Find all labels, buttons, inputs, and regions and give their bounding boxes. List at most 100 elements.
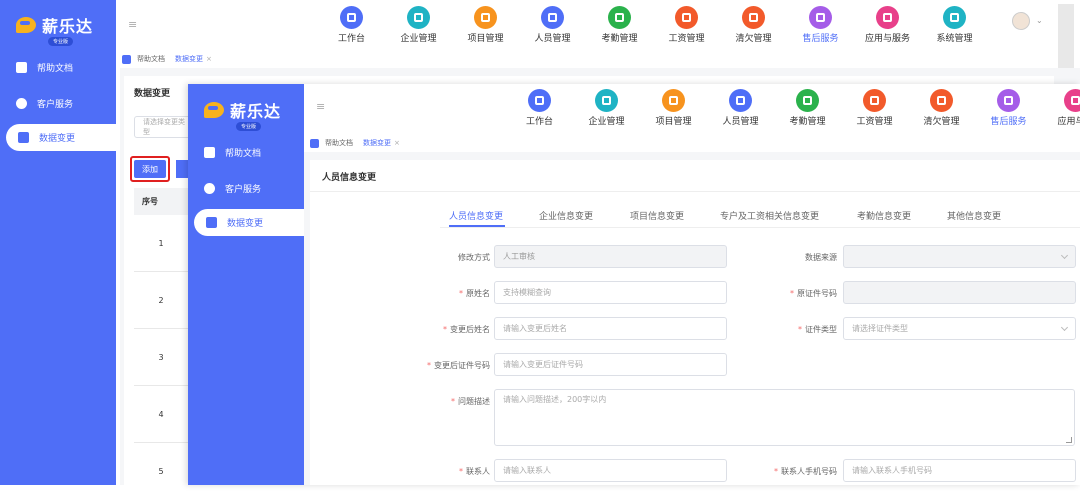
- back-search-select[interactable]: 请选择变更类型: [134, 116, 194, 138]
- crumb-close-icon[interactable]: ×: [394, 139, 400, 147]
- desc-textarea[interactable]: 请输入问题描述，200字以内: [494, 389, 1075, 446]
- crumb-current[interactable]: 数据变更: [363, 138, 391, 148]
- crumb-current[interactable]: 数据变更: [175, 54, 203, 64]
- nav-icon: [528, 89, 551, 112]
- sidebar-item-help[interactable]: 帮助文档: [16, 58, 116, 76]
- user-avatar[interactable]: [1012, 12, 1030, 30]
- nav-label: 工资管理: [668, 34, 705, 44]
- nav-label: 考勤管理: [789, 117, 826, 127]
- back-page-title: 数据变更: [134, 89, 171, 99]
- nav-label: 人员管理: [722, 117, 759, 127]
- back-toolbar-button[interactable]: [176, 160, 188, 178]
- back-logo: 薪乐达 专业版: [16, 13, 93, 46]
- tab-company-info[interactable]: 企业信息变更: [539, 209, 593, 222]
- nav-icon: [1064, 89, 1080, 112]
- front-page-title: 人员信息变更: [322, 173, 377, 183]
- nav-item[interactable]: 系统管理: [921, 6, 988, 44]
- back-arrow-icon[interactable]: [310, 138, 319, 148]
- sidebar-item-service[interactable]: 客户服务: [204, 179, 304, 197]
- back-menu-toggle-icon[interactable]: ≡: [128, 18, 137, 31]
- nav-item[interactable]: 人员管理: [519, 6, 586, 44]
- front-logo: 薪乐达 专业版: [204, 98, 281, 131]
- table-row: 3: [134, 329, 188, 386]
- crumb-close-icon[interactable]: ×: [206, 55, 212, 63]
- tab-other-info[interactable]: 其他信息变更: [947, 209, 1001, 222]
- nav-icon: [863, 89, 886, 112]
- chevron-down-icon: [1060, 251, 1069, 260]
- back-topnav: 工作台 企业管理 项目管理 人员管理 考勤管理 工资管理 清欠管理 售后服务 应用与服务 系统管理: [318, 6, 988, 44]
- table-header: 序号: [134, 188, 188, 215]
- nav-item[interactable]: 考勤管理: [774, 89, 841, 127]
- nav-item[interactable]: 项目管理: [640, 89, 707, 127]
- nav-icon: [595, 89, 618, 112]
- front-menu-toggle-icon[interactable]: ≡: [316, 100, 325, 113]
- crumb-help[interactable]: 帮助文档: [325, 138, 353, 148]
- orig-name-input[interactable]: 支持模糊查询: [494, 281, 727, 304]
- nav-icon: [876, 6, 899, 29]
- nav-item[interactable]: 应用与服务: [854, 6, 921, 44]
- orig-id-field: [843, 281, 1076, 304]
- method-label: 修改方式: [458, 253, 490, 262]
- chevron-down-icon: [1060, 323, 1069, 332]
- nav-item[interactable]: 项目管理: [452, 6, 519, 44]
- brand-edition: 专业版: [236, 122, 262, 131]
- sidebar-item-service[interactable]: 客户服务: [16, 94, 116, 112]
- desc-label: * 问题描述: [451, 397, 490, 406]
- nav-label: 应用与服: [1057, 117, 1080, 127]
- tab-attendance-info[interactable]: 考勤信息变更: [857, 209, 911, 222]
- nav-label: 工作台: [337, 34, 365, 44]
- contact-input[interactable]: 请输入联系人: [494, 459, 727, 482]
- source-label: 数据来源: [805, 253, 837, 262]
- crumb-help[interactable]: 帮助文档: [137, 54, 165, 64]
- sidebar-item-help[interactable]: 帮助文档: [204, 143, 304, 161]
- id-type-label: * 证件类型: [798, 325, 837, 334]
- nav-item[interactable]: 清欠管理: [908, 89, 975, 127]
- nav-label: 企业管理: [588, 117, 625, 127]
- tab-person-info[interactable]: 人员信息变更: [449, 209, 503, 222]
- headset-icon: [16, 97, 27, 109]
- nav-label: 人员管理: [534, 34, 571, 44]
- headset-icon: [204, 182, 215, 194]
- sidebar-item-data-change[interactable]: 数据变更: [194, 209, 304, 236]
- nav-item[interactable]: 售后服务: [975, 89, 1042, 127]
- nav-label: 售后服务: [802, 34, 839, 44]
- table-row: 5: [158, 467, 164, 476]
- avatar-chevron-icon[interactable]: ⌄: [1036, 16, 1043, 25]
- phone-input[interactable]: 请输入联系人手机号码: [843, 459, 1076, 482]
- source-select[interactable]: [843, 245, 1076, 268]
- back-sidebar: 薪乐达 专业版 帮助文档 客户服务 数据变更: [0, 0, 116, 485]
- sidebar-item-data-change[interactable]: 数据变更: [6, 124, 116, 151]
- tab-account-salary-info[interactable]: 专户及工资相关信息变更: [720, 209, 819, 222]
- add-button[interactable]: 添加: [134, 160, 166, 178]
- tab-project-info[interactable]: 项目信息变更: [630, 209, 684, 222]
- orig-name-label: * 原姓名: [459, 289, 490, 298]
- nav-item[interactable]: 清欠管理: [720, 6, 787, 44]
- phone-label: * 联系人手机号码: [774, 467, 837, 476]
- nav-item[interactable]: 售后服务: [787, 6, 854, 44]
- front-sidebar: 薪乐达 专业版 帮助文档 客户服务 数据变更: [188, 84, 304, 485]
- table-row: 4: [134, 386, 188, 443]
- nav-item[interactable]: 人员管理: [707, 89, 774, 127]
- front-breadcrumb: 帮助文档 数据变更 ×: [310, 138, 400, 148]
- nav-icon: [742, 6, 765, 29]
- document-icon: [204, 146, 215, 158]
- id-type-select[interactable]: 请选择证件类型: [843, 317, 1076, 340]
- nav-item[interactable]: 企业管理: [385, 6, 452, 44]
- new-name-input[interactable]: 请输入变更后姓名: [494, 317, 727, 340]
- resize-handle-icon[interactable]: [1066, 437, 1072, 443]
- tabs-divider: [440, 227, 1080, 228]
- nav-icon: [541, 6, 564, 29]
- list-icon: [206, 217, 217, 228]
- nav-icon: [340, 6, 363, 29]
- logo-bird-icon: [204, 102, 224, 118]
- nav-item[interactable]: 企业管理: [573, 89, 640, 127]
- nav-item[interactable]: 工作台: [318, 6, 385, 44]
- back-arrow-icon[interactable]: [122, 54, 131, 64]
- nav-item[interactable]: 工作台: [506, 89, 573, 127]
- nav-item[interactable]: 应用与服: [1042, 89, 1080, 127]
- nav-item[interactable]: 工资管理: [841, 89, 908, 127]
- new-id-input[interactable]: 请输入变更后证件号码: [494, 353, 727, 376]
- nav-item[interactable]: 工资管理: [653, 6, 720, 44]
- nav-label: 企业管理: [400, 34, 437, 44]
- nav-item[interactable]: 考勤管理: [586, 6, 653, 44]
